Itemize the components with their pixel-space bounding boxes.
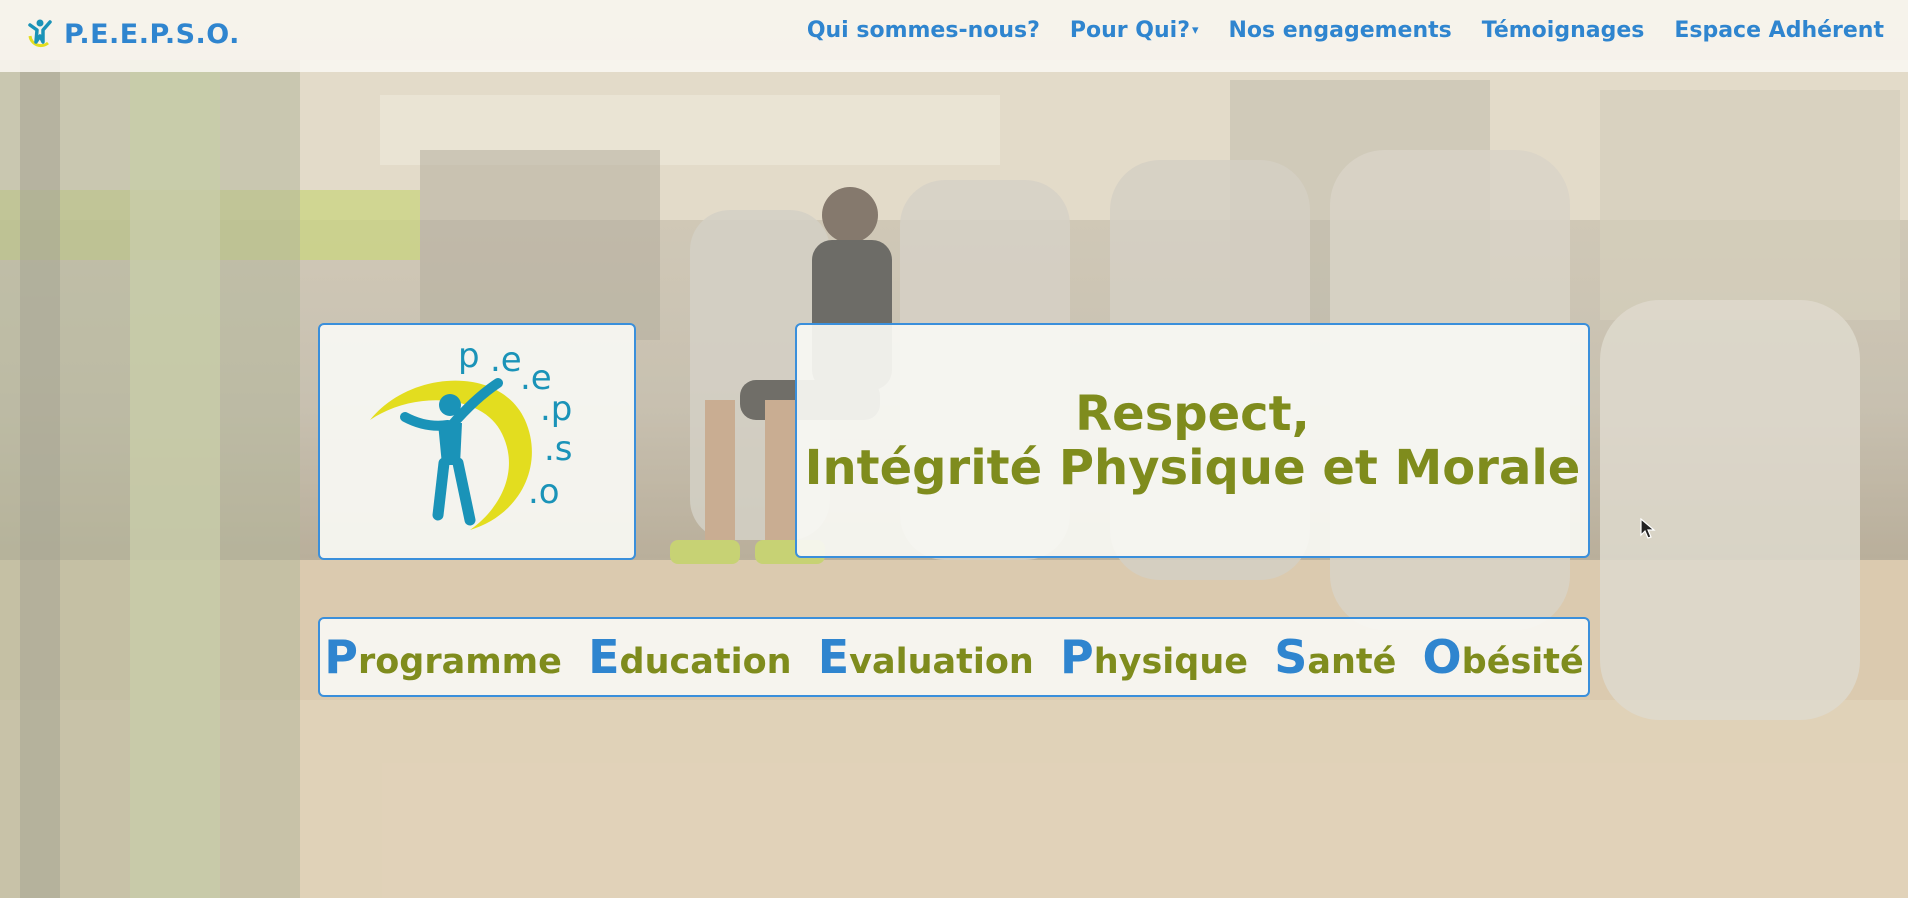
acronym-rest: valuation [849, 642, 1034, 682]
brand-name: P.E.E.P.S.O. [64, 18, 240, 50]
acronym-word: Obésité [1423, 630, 1584, 684]
chevron-down-icon: ▾ [1191, 23, 1199, 38]
nav-link-pour-qui[interactable]: Pour Qui? ▾ [1070, 18, 1199, 43]
acronym-rest: anté [1307, 642, 1397, 682]
acronym-initial: O [1422, 630, 1462, 684]
nav-links: Qui sommes-nous? Pour Qui? ▾ Nos engageme… [807, 0, 1884, 60]
acronym-initial: E [588, 630, 620, 684]
acronym-word: Santé [1274, 630, 1397, 684]
acronym-initial: P [324, 630, 358, 684]
nav-link-espace-adherent[interactable]: Espace Adhérent [1674, 18, 1884, 43]
acronym-word: Physique [1060, 630, 1249, 684]
logo-card: p .e .e .p .s .o [318, 323, 636, 560]
acronym-rest: rogramme [357, 642, 562, 682]
nav-link-temoignages[interactable]: Témoignages [1482, 18, 1645, 43]
acronym-initial: S [1274, 630, 1308, 684]
slogan-line-2: Intégrité Physique et Morale [804, 439, 1581, 496]
acronym-banner: Programme Education Evaluation Physique … [318, 617, 1590, 697]
slogan-line-1: Respect, [1075, 385, 1310, 442]
nav-link-nos-engagements[interactable]: Nos engagements [1228, 18, 1451, 43]
acronym-rest: ducation [619, 642, 792, 682]
acronym-rest: bésité [1461, 642, 1584, 682]
acronym-initial: E [817, 630, 850, 684]
nav-link-qui-sommes-nous[interactable]: Qui sommes-nous? [807, 18, 1040, 43]
acronym-word: Evaluation [818, 630, 1034, 684]
acronym-text: Programme Education Evaluation Physique … [317, 630, 1591, 684]
peepso-small-logo-icon [26, 16, 54, 52]
acronym-word: Programme [324, 630, 562, 684]
acronym-word: Education [588, 630, 792, 684]
nav-link-pour-qui-label: Pour Qui? [1069, 17, 1190, 43]
slogan: Respect, Intégrité Physique et Morale [805, 387, 1581, 495]
mouse-cursor-icon [1640, 517, 1656, 544]
slogan-card: Respect, Intégrité Physique et Morale [795, 323, 1590, 558]
brand-link[interactable]: P.E.E.P.S.O. [26, 14, 240, 54]
peepso-logo-icon: p .e .e .p .s .o [370, 336, 573, 530]
acronym-initial: P [1060, 630, 1094, 684]
acronym-rest: hysique [1093, 642, 1249, 682]
top-navbar: P.E.E.P.S.O. Qui sommes-nous? Pour Qui? ▾… [0, 0, 1908, 72]
